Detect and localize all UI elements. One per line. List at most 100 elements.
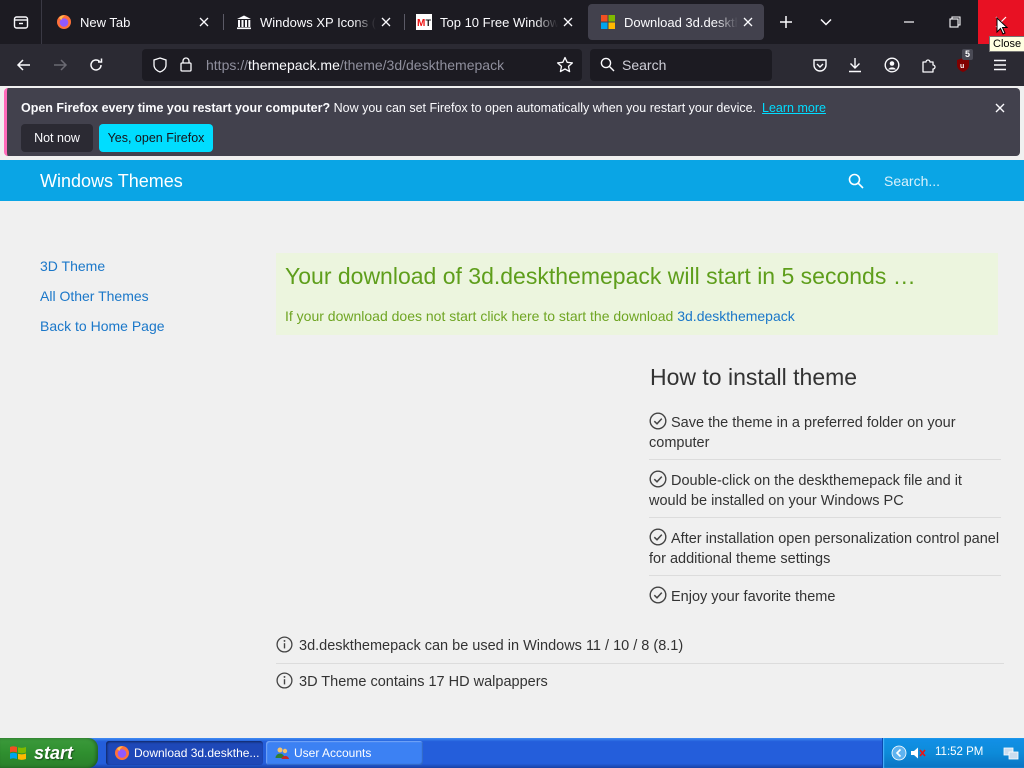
notification-close-button[interactable] — [992, 100, 1008, 116]
system-tray: 11:52 PM — [882, 738, 1024, 768]
install-step: Double-click on the deskthemepack file a… — [649, 470, 1001, 518]
tab-title: New Tab — [80, 14, 131, 30]
info-circle-icon — [276, 672, 293, 689]
start-button[interactable]: start — [0, 738, 98, 768]
taskbar-item-label: User Accounts — [294, 746, 372, 760]
reload-button[interactable] — [81, 50, 111, 80]
close-tab-icon[interactable] — [376, 12, 396, 32]
download-subtext: If your download does not start click he… — [285, 308, 795, 324]
search-icon — [600, 57, 615, 72]
forward-button[interactable] — [45, 50, 75, 80]
learn-more-link[interactable]: Learn more — [762, 101, 826, 115]
list-all-tabs-button[interactable] — [804, 0, 848, 44]
taskbar-item-firefox[interactable]: Download 3d.deskthe... — [106, 741, 263, 765]
shield-icon[interactable] — [152, 57, 168, 73]
show-hidden-icons-chevron-icon[interactable] — [891, 745, 907, 761]
firefox-startup-notification: Open Firefox every time you restart your… — [4, 88, 1020, 156]
svg-text:M: M — [417, 18, 425, 29]
lock-icon[interactable] — [179, 56, 193, 72]
tab-new-tab[interactable]: New Tab — [44, 4, 220, 40]
new-tab-button[interactable] — [764, 0, 808, 44]
restore-icon — [949, 16, 961, 28]
search-icon[interactable] — [848, 173, 864, 189]
start-label: start — [34, 742, 74, 763]
windows-logo-icon — [600, 14, 616, 30]
url-text[interactable]: https://themepack.me/theme/3d/deskthemep… — [206, 57, 504, 73]
check-circle-icon — [649, 528, 667, 546]
info-circle-icon — [276, 636, 293, 653]
network-icon[interactable] — [1003, 745, 1019, 761]
clock: 11:52 PM — [935, 746, 984, 758]
puzzle-icon — [922, 59, 936, 73]
hamburger-menu-icon — [994, 59, 1006, 71]
pocket-icon — [813, 59, 827, 72]
extension-badge: 5 — [962, 49, 974, 60]
search-placeholder: Search — [622, 57, 667, 73]
pocket-button[interactable] — [805, 50, 835, 80]
install-heading: How to install theme — [650, 364, 858, 390]
close-tab-icon[interactable] — [558, 12, 578, 32]
check-circle-icon — [649, 412, 667, 430]
download-title: Your download of 3d.deskthemepack will s… — [285, 263, 916, 289]
search-bar[interactable]: Search — [590, 49, 772, 81]
site-search-input[interactable] — [876, 168, 1016, 194]
tab-title: Top 10 Free Windows 1 — [440, 14, 558, 30]
install-step-text: After installation open personalization … — [649, 531, 1000, 567]
downloads-button[interactable] — [840, 50, 870, 80]
install-step-text: Save the theme in a preferred folder on … — [649, 415, 956, 451]
mouse-cursor-icon — [996, 17, 1008, 35]
notification-headline: Open Firefox every time you restart your… — [21, 101, 331, 115]
not-now-button[interactable]: Not now — [21, 124, 93, 152]
tab-download-3d[interactable]: Download 3d.deskthem — [588, 4, 764, 40]
firefox-icon — [56, 14, 72, 30]
plus-icon — [780, 16, 792, 28]
sidebar-link-3d-theme[interactable]: 3D Theme — [40, 258, 105, 274]
taskbar-item-user-accounts[interactable]: User Accounts — [266, 741, 423, 765]
install-step: After installation open personalization … — [649, 528, 1001, 576]
user-accounts-icon — [275, 747, 289, 759]
navigation-toolbar: https://themepack.me/theme/3d/deskthemep… — [0, 44, 1024, 86]
url-bar[interactable]: https://themepack.me/theme/3d/deskthemep… — [142, 49, 582, 81]
install-step-text: Enjoy your favorite theme — [671, 589, 836, 605]
back-arrow-icon — [16, 59, 30, 71]
firefox-icon — [115, 746, 129, 760]
compatibility-text: 3d.deskthemepack can be used in Windows … — [299, 638, 684, 654]
taskbar: start Download 3d.deskthe... User Accoun… — [0, 738, 1024, 768]
taskbar-item-label: Download 3d.deskthe... — [134, 746, 260, 760]
forward-arrow-icon — [54, 59, 68, 71]
site-header: Windows Themes — [0, 160, 1024, 201]
extensions-button[interactable] — [913, 50, 943, 80]
tab-list-button[interactable] — [0, 0, 42, 44]
chevron-down-icon — [820, 18, 832, 26]
account-button[interactable] — [877, 50, 907, 80]
check-circle-icon — [649, 470, 667, 488]
star-bookmark-icon[interactable] — [556, 56, 574, 74]
close-tab-icon[interactable] — [194, 12, 214, 32]
download-icon — [849, 58, 861, 73]
app-menu-button[interactable] — [985, 50, 1015, 80]
reload-icon — [90, 58, 103, 71]
tab-title: Download 3d.deskthem — [624, 14, 738, 30]
tab-top-10-windows[interactable]: MT Top 10 Free Windows 1 — [404, 4, 584, 40]
open-firefox-button[interactable]: Yes, open Firefox — [99, 124, 213, 152]
compatibility-info: 3d.deskthemepack can be used in Windows … — [276, 636, 1004, 664]
web-page: Windows Themes 3D Theme All Other Themes… — [0, 160, 1024, 738]
close-icon — [995, 103, 1005, 113]
volume-muted-icon[interactable] — [909, 745, 927, 761]
back-button[interactable] — [9, 50, 39, 80]
account-icon — [884, 57, 900, 73]
download-link[interactable]: 3d.deskthemepack — [677, 308, 795, 324]
url-host: themepack.me — [248, 57, 340, 73]
tab-title: Windows XP Icons (.ico — [260, 14, 376, 30]
close-tab-icon[interactable] — [738, 12, 758, 32]
svg-text:T: T — [426, 18, 432, 28]
sidebar-link-back-home[interactable]: Back to Home Page — [40, 318, 165, 334]
sidebar-link-all-other-themes[interactable]: All Other Themes — [40, 288, 149, 304]
museum-icon — [236, 14, 252, 30]
site-brand-link[interactable]: Windows Themes — [40, 171, 183, 192]
wallpaper-text: 3D Theme contains 17 HD walpappers — [299, 674, 548, 690]
notification-message: Open Firefox every time you restart your… — [21, 101, 826, 115]
minimize-button[interactable] — [886, 0, 932, 44]
tab-windows-xp-icons[interactable]: Windows XP Icons (.ico — [224, 4, 402, 40]
restore-button[interactable] — [932, 0, 978, 44]
